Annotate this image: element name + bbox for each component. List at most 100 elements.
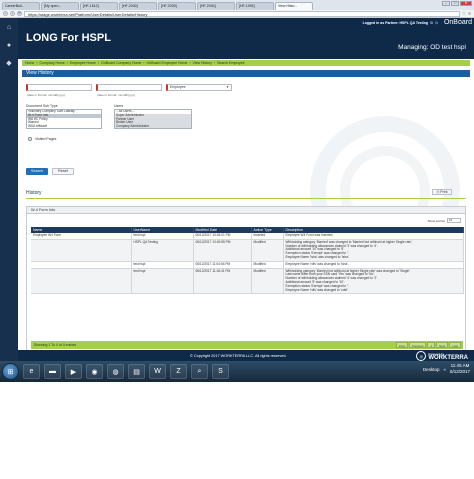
address-bar-row: ‹ › ↻ https://stage.workterra.net/Platfo… — [0, 10, 474, 18]
managing-label: Managing: OD test hspl — [398, 44, 466, 51]
entries-value: 10 — [449, 218, 453, 222]
desktop-toolbar[interactable]: Desktop — [423, 367, 440, 372]
browser-tab[interactable]: CareerBuil... — [2, 2, 40, 10]
grid-title: W-4 Form Info — [27, 207, 465, 214]
settings-icon[interactable]: ⚙ — [430, 21, 433, 25]
ie-icon[interactable]: e — [23, 364, 40, 379]
powered-by-text: Powered by WORKTERRA — [428, 352, 468, 361]
users-icon[interactable]: ◆ — [0, 54, 18, 72]
table-cell: HSPL QA Testing — [131, 239, 194, 262]
search-icon[interactable]: ⌕ — [191, 364, 208, 379]
tray-arrow-icon[interactable]: « — [443, 367, 446, 372]
visited-pages-checkbox[interactable] — [28, 137, 32, 141]
search-button[interactable]: Search — [26, 168, 48, 175]
chevron-down-icon: ▼ — [226, 85, 229, 89]
browser-tab[interactable]: [HF-2040] — [197, 2, 235, 10]
back-arrow-icon[interactable]: ‹ — [3, 11, 8, 16]
notes-icon[interactable]: ▤ — [128, 364, 145, 379]
taskbar: ⊞ e ▬ ▶ ◉ ◍ ▤ W Z ⌕ S Desktop « 11:45 AM… — [0, 361, 474, 382]
from-date-input[interactable] — [26, 84, 92, 91]
blank-area — [0, 382, 474, 479]
close-button[interactable]: ✕ — [460, 1, 472, 6]
reset-button[interactable]: Reset — [52, 168, 74, 175]
users-listbox[interactable]: -- All Users -- Super Administrator Part… — [114, 109, 192, 129]
word-icon[interactable]: W — [149, 364, 166, 379]
pager-last[interactable]: Last — [449, 342, 461, 348]
table-cell — [31, 239, 132, 262]
minimize-button[interactable]: – — [442, 1, 450, 6]
show-entries-label: Show entries — [427, 218, 445, 223]
windows-start-icon[interactable]: ⊞ — [2, 363, 19, 380]
pager-previous[interactable]: Previous — [408, 342, 427, 348]
table-row: test hspl 06/12/2017 11:04:54 PM Modifie… — [31, 261, 464, 269]
sidebar: ⌂ ● ◆ — [0, 18, 18, 378]
list-item[interactable]: Company Administrator — [115, 124, 191, 128]
logout-icon[interactable]: ⏻ — [435, 21, 438, 25]
users-label: Users — [114, 104, 124, 108]
browser-tab[interactable]: [HF-2039] — [158, 2, 196, 10]
top-strip: Logged in as Partner: HSPL QA Testing ⚙ … — [363, 18, 474, 27]
employee-select-value: Employee — [170, 85, 186, 89]
history-grid: W-4 Form Info Show entries 10 Name UserN… — [26, 206, 466, 356]
maximize-button[interactable]: □ — [451, 1, 459, 6]
to-date-input[interactable] — [96, 84, 162, 91]
chrome-icon[interactable]: ◉ — [86, 364, 103, 379]
grid-footer: Showing 1 To 4 of 4 entries First Previo… — [31, 341, 463, 349]
browser-tab[interactable]: [HF-1612] — [80, 2, 118, 10]
pagination: First Previous 1 Next Last — [395, 342, 461, 348]
entries-info: Showing 1 To 4 of 4 entries — [34, 343, 77, 347]
employee-select[interactable]: Employee ▼ — [166, 84, 232, 91]
table-cell: Withholding category 'Married' was chang… — [283, 239, 464, 262]
reload-icon[interactable]: ↻ — [17, 11, 22, 16]
z-app-icon[interactable]: Z — [170, 364, 187, 379]
clock[interactable]: 11:45 AM 6/12/2017 — [450, 363, 470, 375]
browser-tab[interactable]: [HF-1994] — [236, 2, 274, 10]
menu-icon[interactable]: ≡ — [468, 11, 471, 17]
table-cell — [31, 261, 132, 269]
table-cell: test hspl — [131, 268, 194, 295]
to-date-hint: (date in format: mm/dd/yyyy) — [97, 93, 136, 97]
browser-tab[interactable]: [My queu... — [41, 2, 79, 10]
history-title: History — [26, 190, 42, 196]
list-item[interactable]: WSA Affidavit — [27, 124, 101, 128]
logged-in-text: Logged in as Partner: HSPL QA Testing — [362, 20, 429, 25]
table-cell: Modified — [251, 239, 284, 262]
table-cell: test hspl — [131, 261, 194, 269]
user-icon[interactable]: ● — [0, 36, 18, 54]
table-cell: 06/12/2017 11:18:41 PM — [193, 268, 252, 295]
system-tray: Desktop « 11:45 AM 6/12/2017 — [423, 363, 470, 375]
folder-icon[interactable]: ▬ — [44, 364, 61, 379]
brand-name: WORKTERRA — [428, 355, 468, 361]
panel-title: View History — [22, 70, 470, 77]
browser-tab-bar: CareerBuil... [My queu... [HF-1612] [HF-… — [0, 0, 474, 10]
browser-tab[interactable]: [HF-2040] — [119, 2, 157, 10]
skype-icon[interactable]: S — [212, 364, 229, 379]
company-title: LONG For HSPL — [26, 32, 111, 44]
printer-icon: ⎙ — [436, 190, 440, 194]
from-date-hint: (date in format: mm/dd/yyyy) — [27, 93, 66, 97]
grid-toolbar: Show entries 10 — [428, 218, 461, 223]
divider — [26, 198, 466, 199]
table-cell: 06/12/2017 11:04:54 PM — [193, 261, 252, 269]
pager-first[interactable]: First — [395, 342, 408, 348]
forward-arrow-icon[interactable]: › — [10, 11, 15, 16]
workterra-logo-icon: ◎ — [416, 351, 427, 361]
entries-select[interactable]: 10 — [447, 218, 461, 223]
print-button[interactable]: ⎙ Print — [432, 189, 452, 195]
visited-pages-label: Visited Pages — [35, 137, 57, 141]
star-icon[interactable]: ☆ — [462, 11, 466, 17]
firefox-icon[interactable]: ◍ — [107, 364, 124, 379]
browser-tab-active[interactable]: View Histo... — [275, 2, 313, 10]
pager-page[interactable]: 1 — [427, 342, 436, 348]
home-icon[interactable]: ⌂ — [0, 18, 18, 36]
pager-next[interactable]: Next — [436, 342, 449, 348]
app-header: Logged in as Partner: HSPL QA Testing ⚙ … — [18, 18, 474, 59]
copyright-text: © Copyright 2017 WORKTERRA LLC. All righ… — [190, 354, 287, 358]
media-player-icon[interactable]: ▶ — [65, 364, 82, 379]
table-cell: Withholding category 'Married but withho… — [283, 268, 464, 295]
url-input[interactable]: https://stage.workterra.net/Platform/Use… — [24, 10, 460, 17]
doc-subtype-listbox[interactable]: Voluntary Company Sum Liability W-4 Form… — [26, 109, 102, 129]
table-cell: Modified — [251, 268, 284, 295]
clock-date: 6/12/2017 — [449, 369, 470, 374]
print-label: Print — [440, 190, 448, 194]
